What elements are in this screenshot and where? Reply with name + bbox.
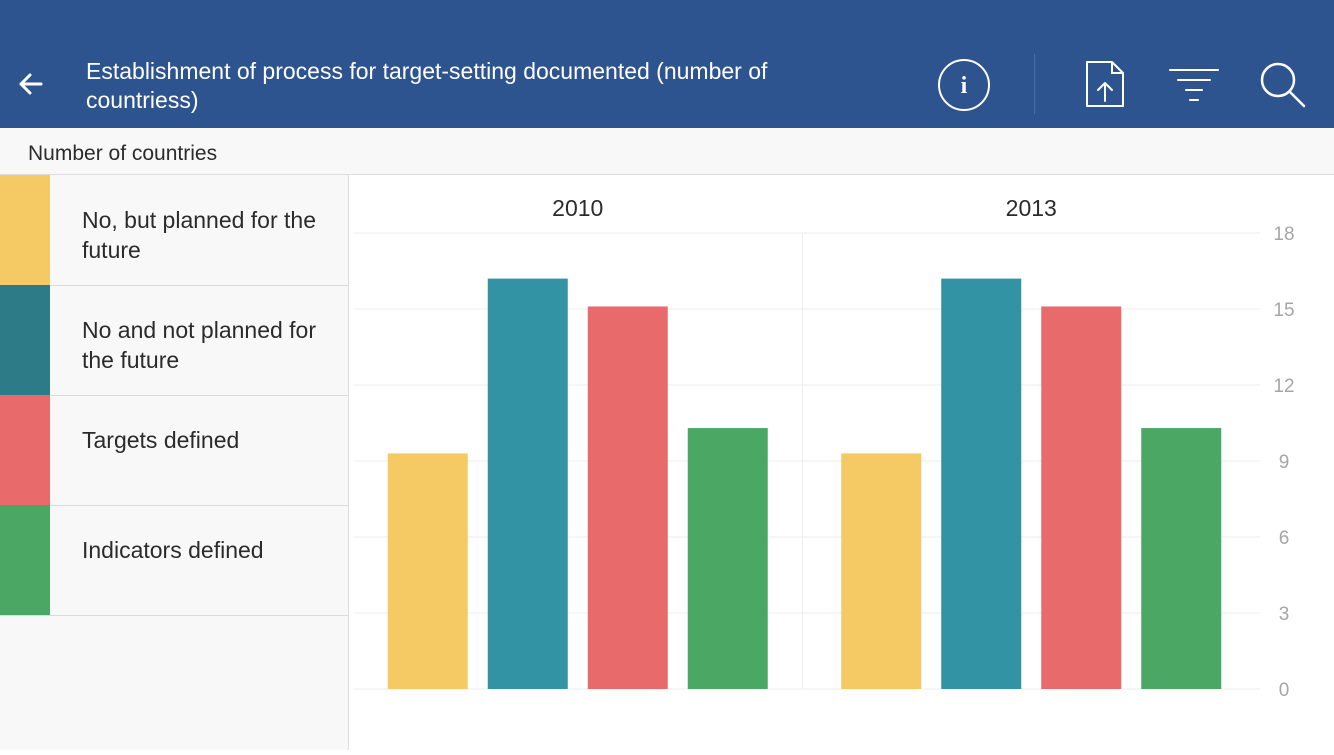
info-button[interactable]: i xyxy=(936,57,992,118)
export-button[interactable] xyxy=(1084,59,1126,114)
y-tick-label: 15 xyxy=(1273,300,1294,321)
bar xyxy=(587,306,668,689)
legend-label: No and not planned for the future xyxy=(82,317,317,373)
svg-text:i: i xyxy=(961,73,968,99)
search-button[interactable] xyxy=(1258,60,1308,115)
bar-chart: 18 15 12 9 6 3 0 2010 2013 xyxy=(353,195,1295,701)
filter-icon xyxy=(1169,69,1219,101)
y-tick-label: 0 xyxy=(1279,680,1290,701)
bar xyxy=(1041,306,1122,689)
export-icon xyxy=(1086,61,1124,107)
info-icon: i xyxy=(938,59,990,111)
y-tick-label: 3 xyxy=(1279,604,1290,625)
chart-area: 18 15 12 9 6 3 0 2010 2013 xyxy=(349,176,1334,750)
legend-swatch xyxy=(0,175,50,285)
bar xyxy=(687,428,768,689)
bar xyxy=(487,278,568,689)
y-tick-label: 9 xyxy=(1279,452,1290,473)
legend-item-targets[interactable]: Targets defined xyxy=(0,395,348,506)
bar xyxy=(1141,428,1222,689)
category-label: 2013 xyxy=(1006,195,1057,221)
legend-panel: No, but planned for the future No and no… xyxy=(0,175,349,750)
legend-swatch xyxy=(0,505,50,615)
header-divider xyxy=(1034,54,1035,114)
bar xyxy=(941,278,1022,689)
filter-button[interactable] xyxy=(1168,66,1220,111)
bar xyxy=(387,453,468,689)
unit-label: Number of countries xyxy=(28,142,218,165)
legend-swatch xyxy=(0,285,50,395)
bar xyxy=(841,453,922,689)
unit-bar: Number of countries xyxy=(0,128,1334,175)
search-icon xyxy=(1260,62,1306,108)
legend-label: No, but planned for the future xyxy=(82,207,316,263)
legend-label: Indicators defined xyxy=(82,537,264,563)
legend-item-not-planned[interactable]: No and not planned for the future xyxy=(0,285,348,396)
back-button[interactable] xyxy=(14,66,46,102)
category-label: 2010 xyxy=(552,195,603,221)
page-title: Establishment of process for target-sett… xyxy=(86,58,768,113)
y-tick-label: 12 xyxy=(1273,376,1294,397)
app-header: Establishment of process for target-sett… xyxy=(0,0,1334,128)
legend-label: Targets defined xyxy=(82,427,240,453)
legend-swatch xyxy=(0,395,50,505)
y-tick-label: 18 xyxy=(1273,224,1294,245)
legend-item-planned[interactable]: No, but planned for the future xyxy=(0,175,348,286)
back-arrow-icon xyxy=(19,73,43,95)
y-tick-label: 6 xyxy=(1279,528,1290,549)
legend-item-indicators[interactable]: Indicators defined xyxy=(0,505,348,616)
